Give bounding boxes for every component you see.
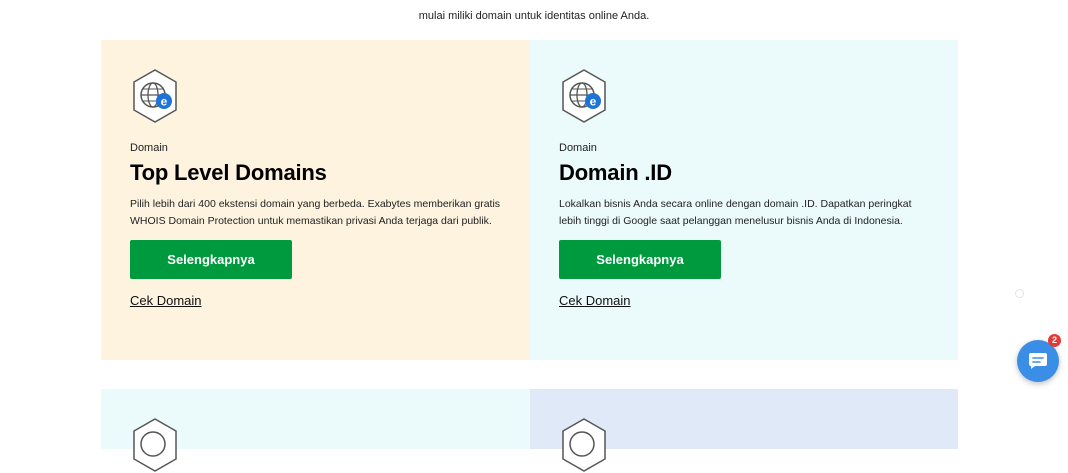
card-title: Domain .ID [559,160,672,185]
cek-domain-link[interactable]: Cek Domain [559,293,631,308]
card-eyebrow: Domain [559,142,597,154]
card-partial-left [101,389,530,472]
card-top-level-domains: e Domain Top Level Domains Pilih lebih d… [101,40,530,360]
domain-globe-icon: e [559,68,958,124]
card-eyebrow: Domain [130,142,168,154]
card-domain-id: e Domain Domain .ID Lokalkan bisnis Anda… [530,40,958,360]
card-description: Lokalkan bisnis Anda secara online denga… [559,198,912,227]
card-partial-right [530,389,958,472]
intro-text: mulai miliki domain untuk identitas onli… [418,10,650,22]
card-description: Pilih lebih dari 400 ekstensi domain yan… [130,198,501,227]
decorative-dot [1015,289,1024,298]
selengkapnya-button[interactable]: Selengkapnya [130,240,292,279]
domain-globe-icon [130,417,530,473]
card-title: Top Level Domains [130,160,327,185]
cek-domain-link[interactable]: Cek Domain [130,293,202,308]
domain-globe-icon [559,417,958,473]
svg-text:e: e [161,95,168,109]
svg-text:e: e [590,95,597,109]
domain-globe-icon: e [130,68,530,124]
chat-notification-badge: 2 [1048,334,1061,347]
selengkapnya-button[interactable]: Selengkapnya [559,240,721,279]
